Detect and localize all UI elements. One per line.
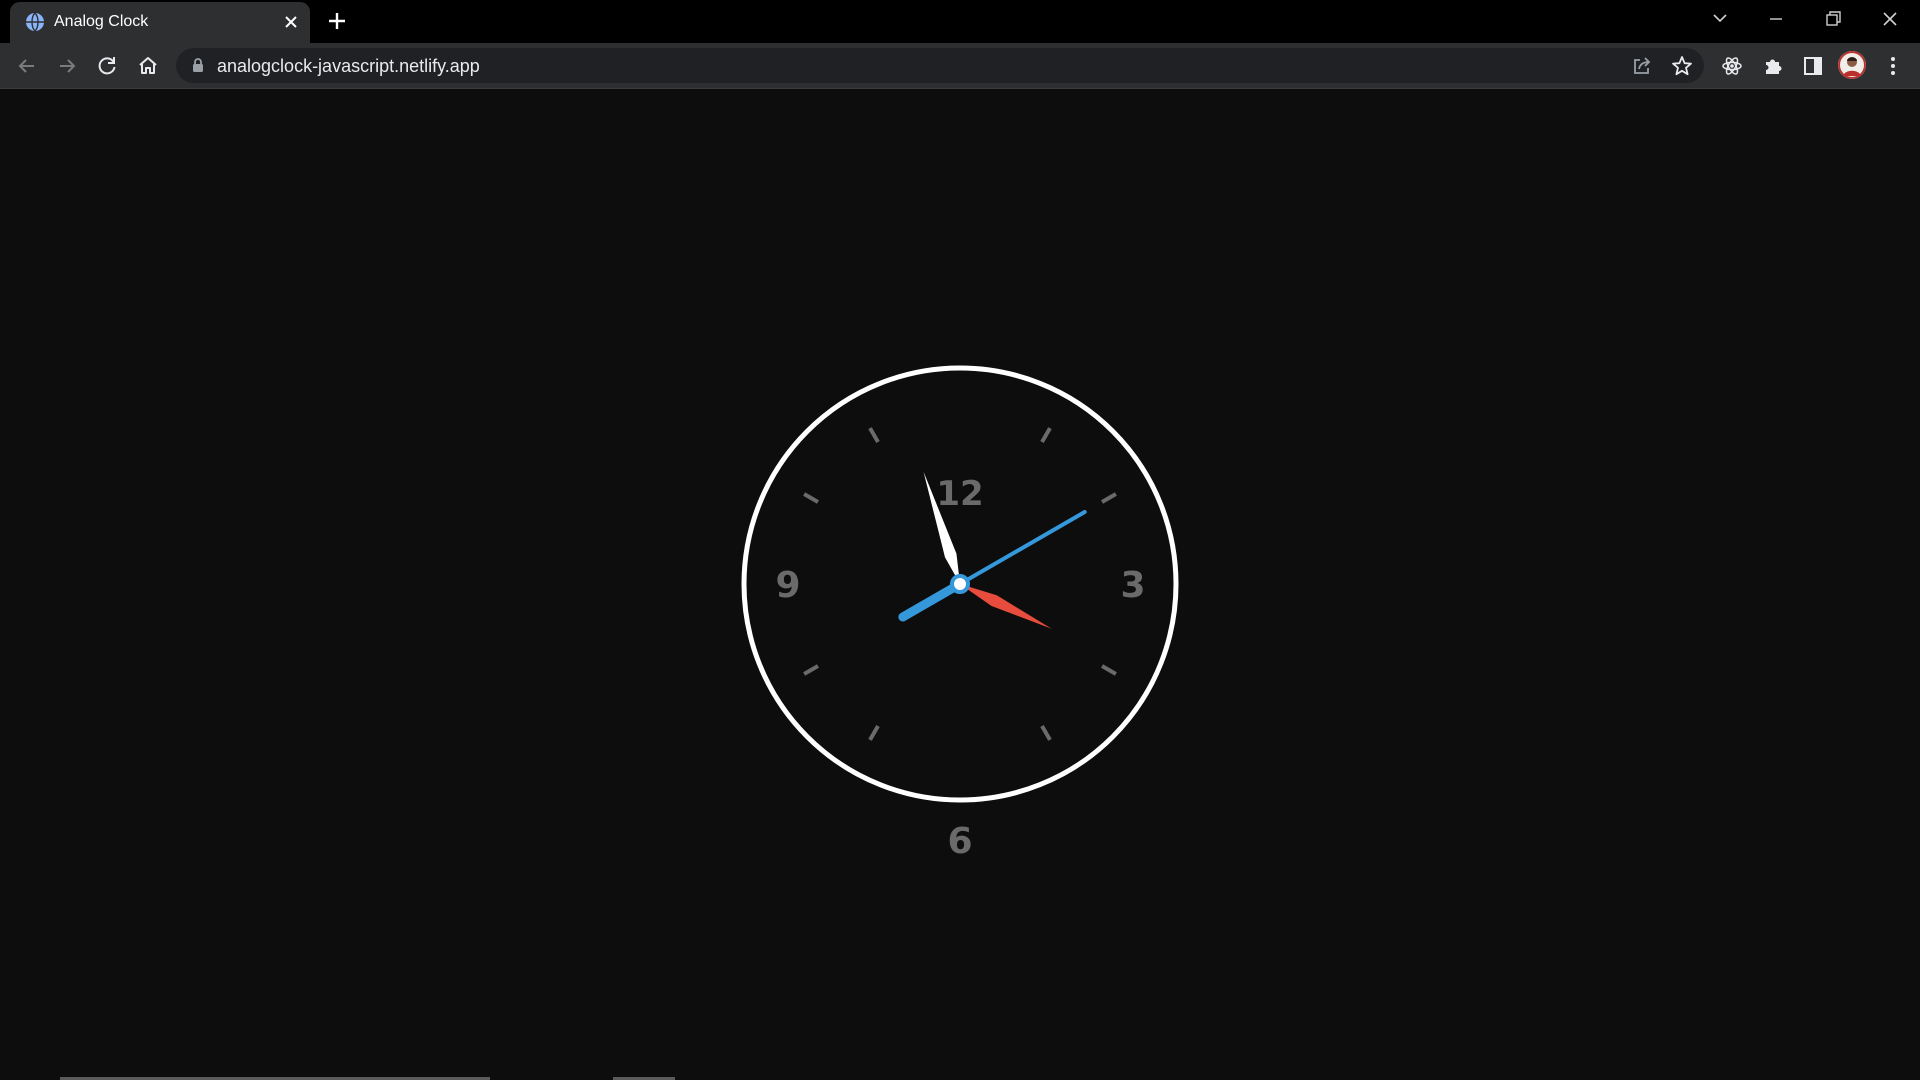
tab-strip: Analog Clock	[0, 0, 1920, 43]
analog-clock: 12 3 6 9	[741, 365, 1179, 862]
home-icon[interactable]	[135, 53, 161, 79]
clock-center-cap	[950, 574, 970, 594]
numeral-12: 12	[936, 474, 983, 514]
tab-title: Analog Clock	[54, 13, 149, 30]
minute-hand	[960, 584, 1052, 629]
puzzle-icon[interactable]	[1760, 53, 1786, 79]
page-viewport: 12 3 6 9	[0, 89, 1920, 1080]
reload-icon[interactable]	[94, 53, 120, 79]
share-icon[interactable]	[1630, 54, 1654, 78]
star-icon[interactable]	[1670, 54, 1694, 78]
tick-mark-1	[1040, 427, 1052, 443]
side-panel-icon[interactable]	[1800, 53, 1826, 79]
tick-mark-8	[803, 664, 819, 676]
numeral-3: 3	[1120, 565, 1145, 606]
arrow-left-icon[interactable]	[14, 53, 40, 79]
globe-favicon-icon	[25, 12, 45, 32]
numeral-9: 9	[775, 565, 800, 606]
profile-avatar[interactable]	[1838, 51, 1866, 79]
minimize-icon[interactable]	[1760, 6, 1792, 32]
url-text[interactable]: analogclock-javascript.netlify.app	[217, 56, 480, 77]
address-bar[interactable]: analogclock-javascript.netlify.app	[176, 48, 1704, 83]
numeral-6: 6	[947, 821, 972, 862]
new-tab-plus-icon[interactable]	[326, 10, 348, 32]
atom-icon[interactable]	[1719, 53, 1745, 79]
arrow-right-icon[interactable]	[54, 53, 80, 79]
tick-mark-7	[868, 725, 880, 741]
kebab-menu-icon[interactable]	[1880, 53, 1906, 79]
close-window-icon[interactable]	[1874, 6, 1906, 32]
tick-mark-4	[1101, 664, 1117, 676]
tab-analog-clock[interactable]: Analog Clock	[10, 2, 310, 43]
lock-icon[interactable]	[190, 57, 206, 73]
browser-window: Analog Clock analogclock-javascript.netl…	[0, 0, 1920, 1080]
tick-mark-10	[803, 492, 819, 504]
tick-mark-11	[868, 427, 880, 443]
restore-icon[interactable]	[1817, 6, 1849, 32]
tab-search-chevron-icon[interactable]	[1704, 6, 1736, 32]
tick-mark-2	[1101, 492, 1117, 504]
tick-mark-5	[1040, 725, 1052, 741]
browser-toolbar: analogclock-javascript.netlify.app	[0, 43, 1920, 89]
close-tab-icon[interactable]	[282, 13, 300, 31]
